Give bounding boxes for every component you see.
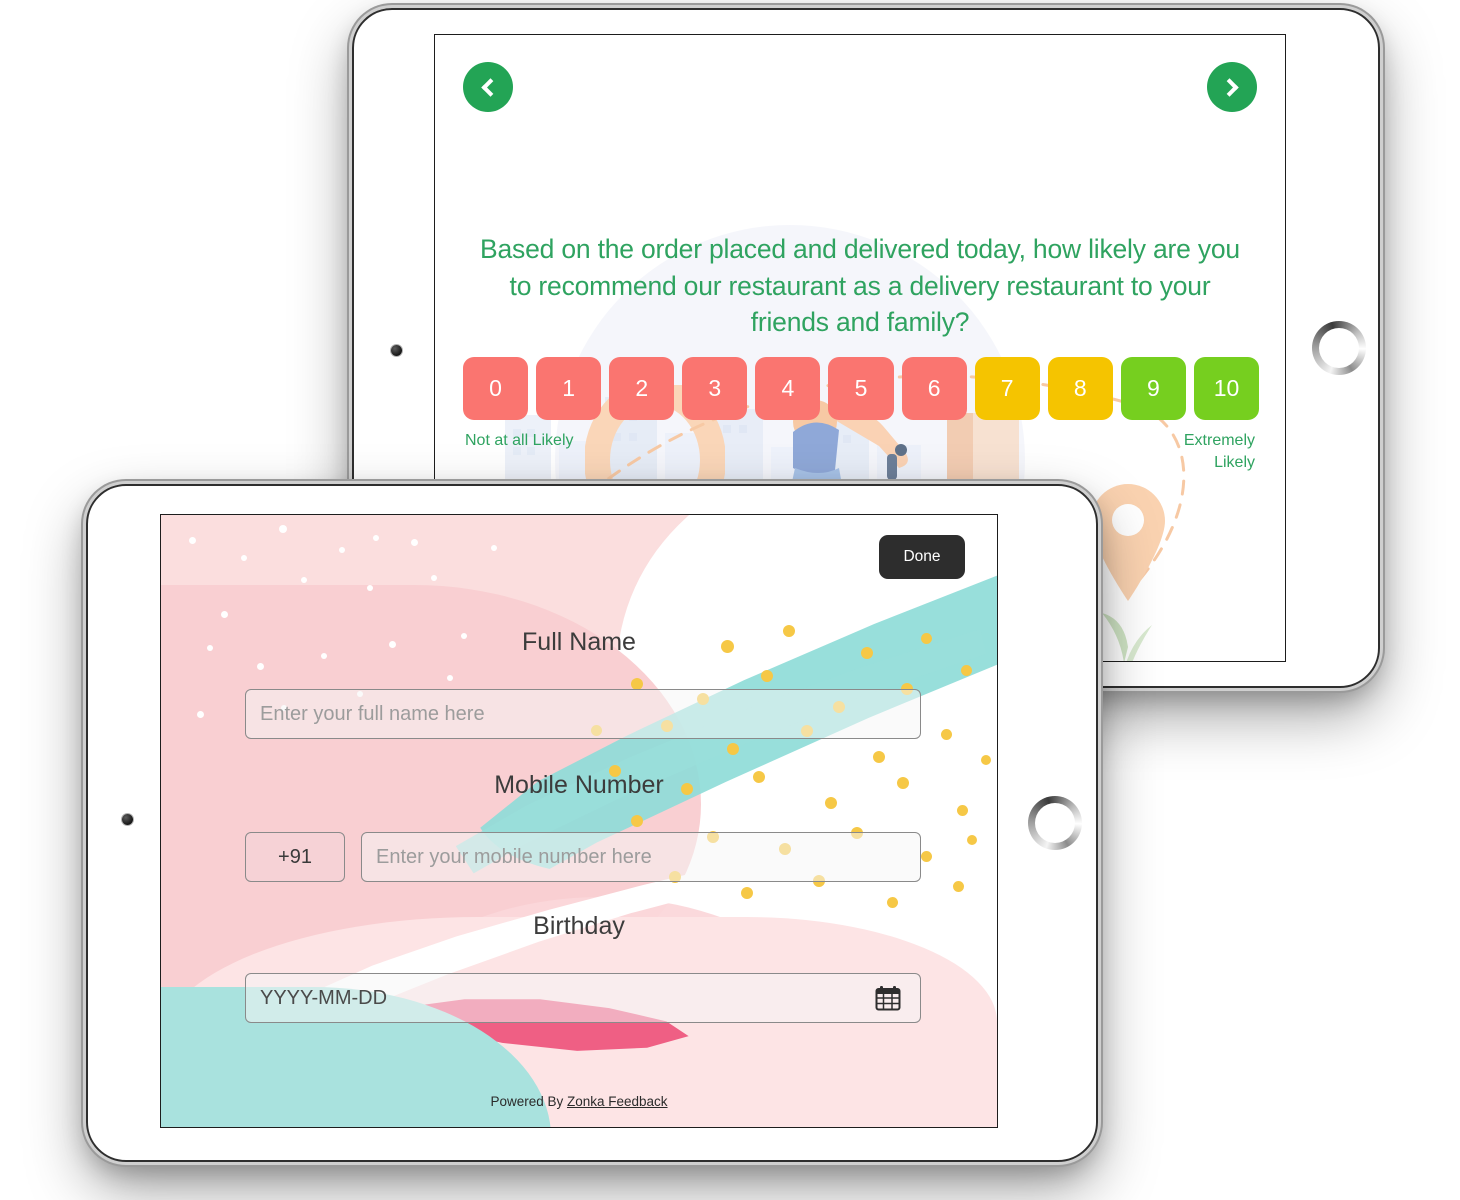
done-button[interactable]: Done — [879, 535, 965, 579]
home-button[interactable] — [1028, 796, 1082, 850]
nps-option-3[interactable]: 3 — [682, 357, 748, 420]
home-button[interactable] — [1312, 321, 1366, 375]
leaf-illustration — [1102, 613, 1152, 661]
country-code-selector[interactable]: +91 — [245, 832, 345, 882]
nps-option-8[interactable]: 8 — [1047, 357, 1113, 420]
chevron-left-icon — [481, 77, 500, 97]
nps-option-6[interactable]: 6 — [901, 357, 967, 420]
nps-rating-scale: 0 1 2 3 4 5 6 7 8 9 10 — [463, 357, 1260, 420]
front-camera-icon — [391, 345, 402, 356]
previous-question-button[interactable] — [463, 62, 513, 112]
nps-option-0[interactable]: 0 — [463, 357, 529, 420]
nps-option-9[interactable]: 9 — [1120, 357, 1186, 420]
nps-option-10[interactable]: 10 — [1193, 357, 1260, 420]
form-content: Done Full Name Enter your full name here… — [161, 515, 997, 1127]
calendar-icon[interactable] — [875, 985, 901, 1011]
scale-low-label: Not at all Likely — [465, 432, 574, 449]
nps-option-7[interactable]: 7 — [974, 357, 1040, 420]
next-question-button[interactable] — [1207, 62, 1257, 112]
full-name-label: Full Name — [522, 628, 636, 656]
nps-option-4[interactable]: 4 — [755, 357, 821, 420]
front-camera-icon — [122, 814, 133, 825]
chevron-right-icon — [1220, 77, 1239, 97]
mobile-number-input[interactable]: Enter your mobile number here — [361, 832, 921, 882]
full-name-input[interactable]: Enter your full name here — [245, 689, 921, 739]
mobile-number-label: Mobile Number — [494, 771, 664, 799]
nps-option-1[interactable]: 1 — [536, 357, 602, 420]
zonka-feedback-link[interactable]: Zonka Feedback — [567, 1094, 668, 1109]
powered-by-footer: Powered By Zonka Feedback — [161, 1094, 997, 1109]
nps-option-2[interactable]: 2 — [609, 357, 675, 420]
powered-by-prefix: Powered By — [490, 1094, 567, 1109]
survey-question-text: Based on the order placed and delivered … — [480, 234, 1240, 338]
contact-form-screen: Done Full Name Enter your full name here… — [160, 514, 998, 1128]
screenshot-stage: Based on the order placed and delivered … — [0, 0, 1460, 1200]
birthday-input[interactable]: YYYY-MM-DD — [245, 973, 921, 1023]
scale-high-label: Extremely Likely — [1183, 432, 1255, 472]
tablet-device-form: Done Full Name Enter your full name here… — [86, 484, 1098, 1162]
nps-option-5[interactable]: 5 — [828, 357, 894, 420]
birthday-label: Birthday — [533, 912, 625, 940]
